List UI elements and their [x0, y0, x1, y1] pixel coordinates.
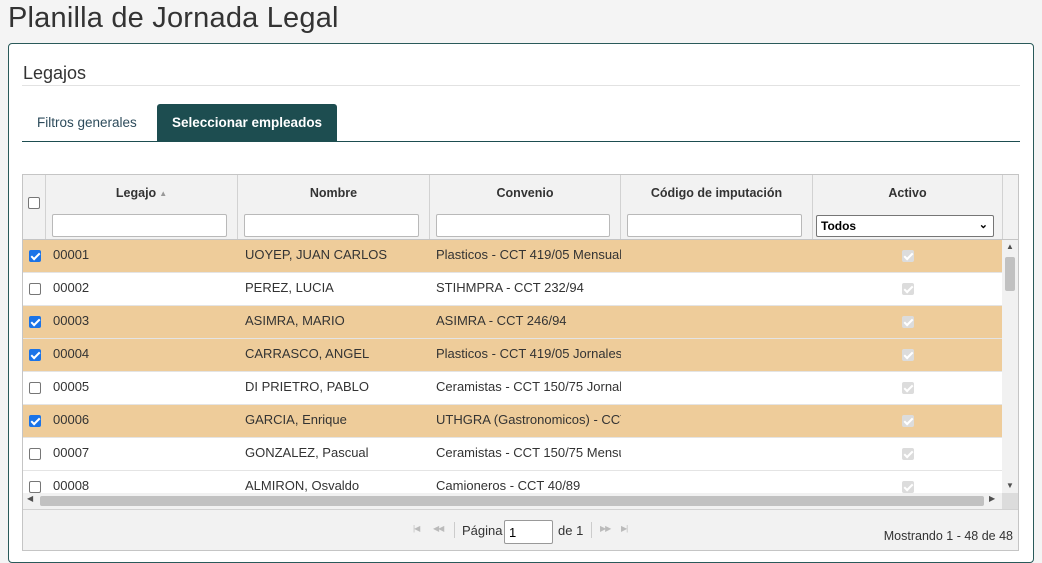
divider	[22, 85, 1020, 86]
table-row[interactable]: 00005 DI PRIETRO, PABLO Ceramistas - CCT…	[23, 372, 1002, 405]
cell-legajo: 00004	[53, 346, 90, 361]
activo-checkbox	[901, 382, 914, 394]
convenio-filter-input[interactable]	[436, 214, 610, 237]
grid-body: 00001 UOYEP, JUAN CARLOS Plasticos - CCT…	[23, 240, 1002, 493]
header-activo[interactable]: Activo Todos ⌄	[813, 175, 1003, 239]
tab-filtros-generales[interactable]: Filtros generales	[22, 104, 152, 142]
activo-checkbox	[901, 349, 914, 361]
cell-nombre: GONZALEZ, Pascual	[245, 445, 369, 460]
activo-filter-select[interactable]: Todos ⌄	[816, 215, 994, 237]
scrollbar-corner	[1002, 493, 1018, 509]
header-nombre[interactable]: Nombre	[238, 175, 430, 239]
activo-checkbox	[901, 283, 914, 295]
pager-separator	[591, 522, 592, 538]
activo-checkbox	[901, 448, 914, 460]
table-row[interactable]: 00007 GONZALEZ, Pascual Ceramistas - CCT…	[23, 438, 1002, 471]
activo-checkbox	[901, 415, 914, 427]
cell-legajo: 00003	[53, 313, 90, 328]
cell-nombre: UOYEP, JUAN CARLOS	[245, 247, 388, 262]
select-all-checkbox[interactable]	[28, 197, 40, 209]
cell-nombre: GARCIA, Enrique	[245, 412, 347, 427]
row-select-checkbox[interactable]	[28, 250, 41, 262]
codigo-filter-input[interactable]	[627, 214, 802, 237]
cell-convenio: Plasticos - CCT 419/05 Mensual	[436, 247, 621, 262]
first-page-icon[interactable]: |◀	[413, 524, 420, 533]
cell-nombre: CARRASCO, ANGEL	[245, 346, 370, 361]
row-select-checkbox[interactable]	[28, 382, 41, 394]
cell-convenio: Ceramistas - CCT 150/75 Jornales	[436, 379, 621, 394]
pager-separator	[454, 522, 455, 538]
cell-legajo: 00002	[53, 280, 90, 295]
horizontal-scroll-thumb[interactable]	[40, 496, 984, 506]
nombre-filter-input[interactable]	[244, 214, 419, 237]
scroll-right-arrow-icon[interactable]: ▶	[989, 494, 995, 503]
scroll-left-arrow-icon[interactable]: ◀	[27, 494, 33, 503]
header-select-all-cell	[23, 175, 46, 239]
activo-checkbox	[901, 250, 914, 262]
header-convenio[interactable]: Convenio	[430, 175, 621, 239]
vertical-scroll-thumb[interactable]	[1005, 257, 1015, 291]
page-label: Página	[462, 523, 503, 538]
pager: |◀ ◀◀ Página de 1 ▶▶ ▶| Mostrando 1 - 48…	[23, 509, 1018, 550]
page-number-input[interactable]	[504, 520, 553, 544]
prev-page-icon[interactable]: ◀◀	[433, 524, 444, 533]
legajo-filter-input[interactable]	[52, 214, 227, 237]
activo-checkbox	[901, 316, 914, 328]
cell-legajo: 00007	[53, 445, 90, 460]
row-select-checkbox[interactable]	[28, 283, 41, 295]
grid-header: Legajo ▲ Nombre Convenio Código de imputa…	[23, 175, 1018, 240]
cell-convenio: Ceramistas - CCT 150/75 Mensual	[436, 445, 621, 460]
legajos-panel: Legajos Filtros generales Seleccionar em…	[8, 43, 1034, 563]
cell-legajo: 00001	[53, 247, 90, 262]
vertical-scrollbar[interactable]: ▲ ▼	[1002, 240, 1018, 493]
table-row[interactable]: 00004 CARRASCO, ANGEL Plasticos - CCT 41…	[23, 339, 1002, 372]
cell-nombre: PEREZ, LUCIA	[245, 280, 334, 295]
scroll-down-arrow-icon[interactable]: ▼	[1002, 481, 1018, 490]
table-row[interactable]: 00006 GARCIA, Enrique UTHGRA (Gastronomi…	[23, 405, 1002, 438]
table-row[interactable]: 00001 UOYEP, JUAN CARLOS Plasticos - CCT…	[23, 240, 1002, 273]
chevron-down-icon: ⌄	[978, 219, 988, 231]
next-page-icon[interactable]: ▶▶	[600, 524, 611, 533]
tab-seleccionar-empleados[interactable]: Seleccionar empleados	[157, 104, 338, 142]
header-legajo-label: Legajo	[115, 186, 157, 200]
cell-legajo: 00005	[53, 379, 90, 394]
record-count: Mostrando 1 - 48 de 48	[883, 529, 1013, 543]
cell-legajo: 00006	[53, 412, 90, 427]
cell-nombre: ALMIRON, Osvaldo	[245, 478, 360, 493]
table-row[interactable]: 00002 PEREZ, LUCIA STIHMPRA - CCT 232/94	[23, 273, 1002, 306]
table-row[interactable]: 00008 ALMIRON, Osvaldo Camioneros - CCT …	[23, 471, 1002, 493]
table-row[interactable]: 00003 ASIMRA, MARIO ASIMRA - CCT 246/94	[23, 306, 1002, 339]
header-codigo-imputacion[interactable]: Código de imputación	[621, 175, 813, 239]
scroll-up-arrow-icon[interactable]: ▲	[1002, 242, 1018, 251]
cell-convenio: STIHMPRA - CCT 232/94	[436, 280, 584, 295]
cell-convenio: UTHGRA (Gastronomicos) - CCT	[436, 412, 621, 427]
last-page-icon[interactable]: ▶|	[621, 524, 628, 533]
cell-legajo: 00008	[53, 478, 90, 493]
panel-title: Legajos	[23, 63, 87, 83]
row-select-checkbox[interactable]	[28, 481, 41, 493]
header-codigo-label: Código de imputación	[650, 186, 783, 200]
employees-grid: Legajo ▲ Nombre Convenio Código de imputa…	[22, 174, 1019, 551]
row-select-checkbox[interactable]	[28, 415, 41, 427]
header-nombre-label: Nombre	[309, 186, 358, 200]
sort-asc-icon: ▲	[159, 189, 168, 198]
header-convenio-label: Convenio	[496, 186, 554, 200]
header-activo-label: Activo	[888, 186, 927, 200]
row-select-checkbox[interactable]	[28, 316, 41, 328]
activo-checkbox	[901, 481, 914, 493]
page-title: Planilla de Jornada Legal	[8, 2, 339, 34]
activo-filter-value: Todos	[821, 219, 857, 233]
row-select-checkbox[interactable]	[28, 349, 41, 361]
page-total-label: de 1	[558, 523, 584, 538]
cell-convenio: Plasticos - CCT 419/05 Jornales	[436, 346, 621, 361]
header-legajo[interactable]: Legajo ▲	[46, 175, 238, 239]
cell-nombre: DI PRIETRO, PABLO	[245, 379, 370, 394]
cell-convenio: ASIMRA - CCT 246/94	[436, 313, 567, 328]
cell-convenio: Camioneros - CCT 40/89	[436, 478, 581, 493]
tab-bar: Filtros generales Seleccionar empleados	[22, 104, 1020, 142]
row-select-checkbox[interactable]	[28, 448, 41, 460]
horizontal-scrollbar[interactable]: ◀ ▶	[23, 493, 1002, 509]
cell-nombre: ASIMRA, MARIO	[245, 313, 345, 328]
